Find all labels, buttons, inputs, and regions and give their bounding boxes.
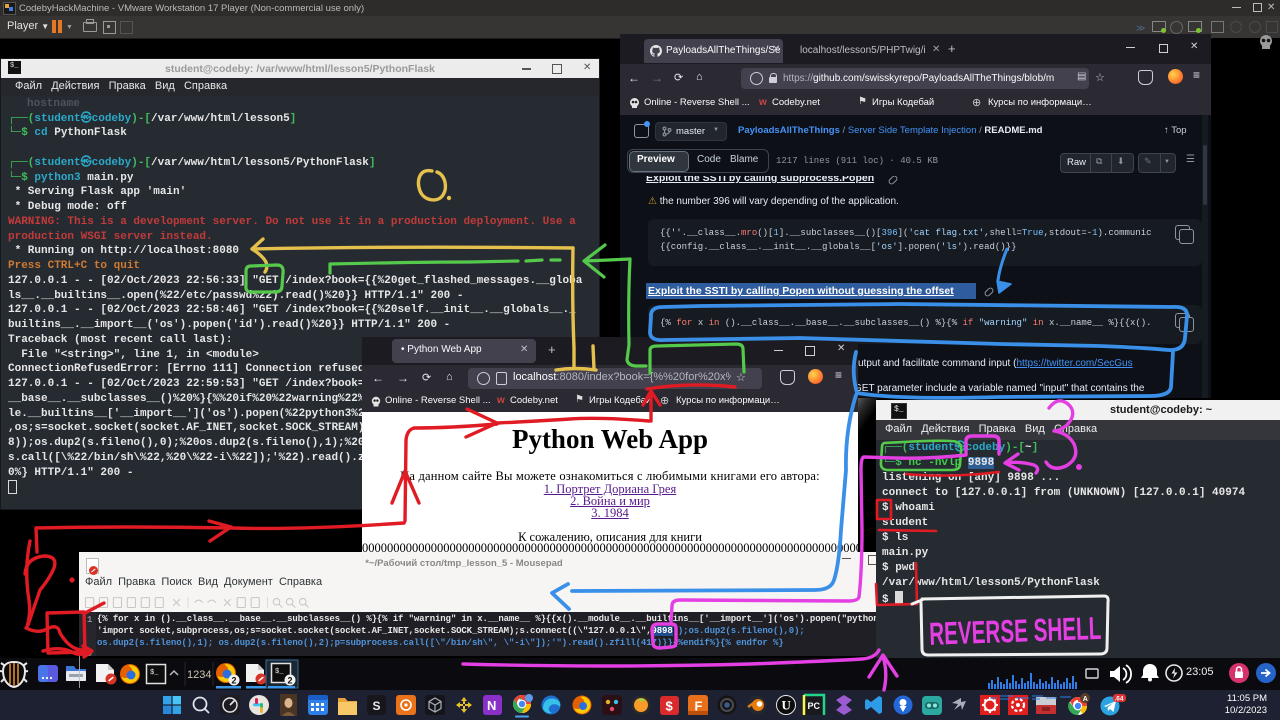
svg-text:REVERSE SHELL: REVERSE SHELL bbox=[929, 610, 1102, 652]
